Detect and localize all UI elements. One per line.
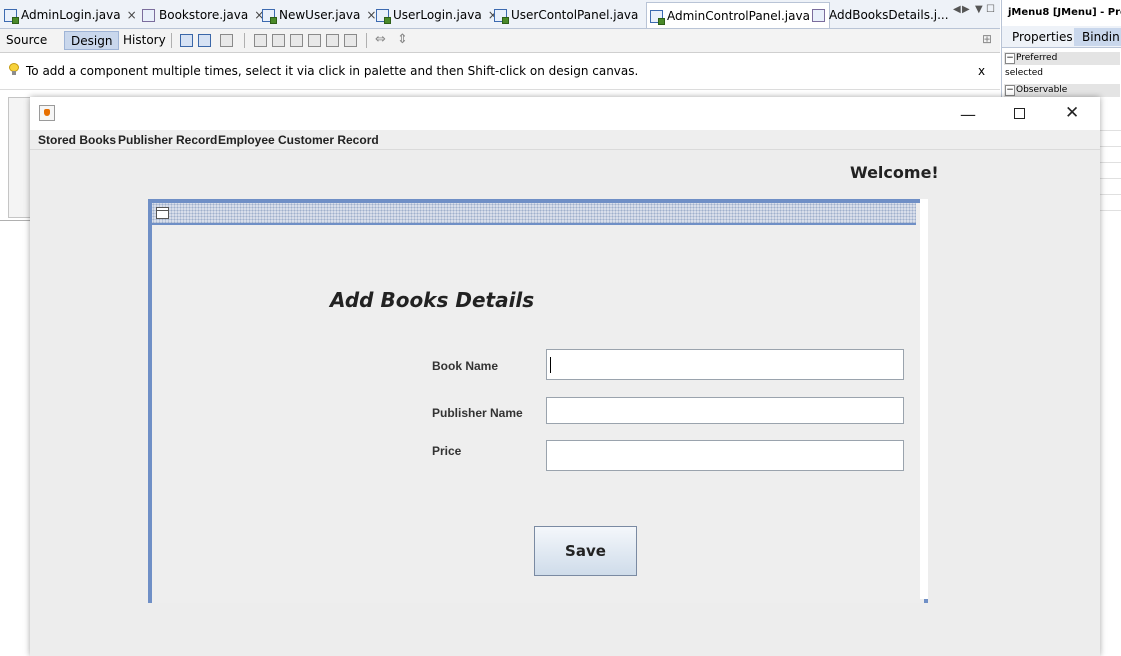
tab-label: UserLogin.java — [393, 8, 482, 22]
form-file-icon — [812, 8, 825, 22]
hint-text: To add a component multiple times, selec… — [26, 64, 639, 78]
java-app-icon — [39, 105, 55, 121]
internal-frame-edge — [920, 199, 928, 599]
close-icon[interactable]: ✕ — [1065, 103, 1079, 123]
designer-toolbar: Source Design History ⇔ ⇕ ⊞ — [0, 29, 1000, 53]
properties-title: jMenu8 [JMenu] - Prop — [1008, 7, 1121, 18]
internal-frame-titlebar[interactable] — [152, 203, 916, 225]
app-window: — ✕ Stored Books Publisher Record Employ… — [30, 97, 1100, 656]
selection-mode-icon[interactable] — [180, 34, 193, 47]
source-view-button[interactable]: Source — [0, 31, 53, 50]
window-titlebar[interactable]: — ✕ — [30, 97, 1100, 130]
toolbar-separator — [244, 33, 245, 48]
form-file-icon — [142, 8, 155, 22]
java-file-icon — [494, 8, 509, 24]
tab-admincontrolpanel[interactable]: AdminControlPanel.java × — [646, 2, 831, 28]
center-horizontally-icon[interactable] — [290, 34, 303, 47]
maximize-icon[interactable] — [1014, 108, 1025, 119]
tab-bookstore[interactable]: Bookstore.java × — [142, 4, 264, 26]
menu-publisher-record[interactable]: Publisher Record — [118, 133, 217, 147]
properties-tabs: Properties Bindin — [1002, 26, 1121, 48]
scroll-tabs-left-icon[interactable]: ◀ — [953, 4, 961, 15]
add-books-internal-frame: Add Books Details Book Name Publisher Na… — [148, 199, 928, 603]
hint-bar: To add a component multiple times, selec… — [0, 53, 1000, 90]
property-selected[interactable]: selected — [1005, 68, 1043, 78]
tab-close-button[interactable]: × — [127, 4, 137, 26]
price-field[interactable] — [546, 440, 904, 471]
tab-label: AddBooksDetails.j... — [829, 8, 949, 22]
editor-tab-strip: AdminLogin.java × Bookstore.java × NewUs… — [0, 0, 1000, 29]
tab-userlogin[interactable]: UserLogin.java × — [376, 4, 498, 26]
save-button[interactable]: Save — [534, 526, 637, 576]
book-name-label: Book Name — [432, 359, 499, 373]
toolbar-separator — [171, 33, 172, 48]
publisher-name-field[interactable] — [546, 397, 904, 424]
preferred-section[interactable]: Preferred — [1004, 52, 1120, 65]
tab-label: Bookstore.java — [159, 8, 249, 22]
tab-properties[interactable]: Properties — [1004, 28, 1081, 46]
history-view-button[interactable]: History — [117, 31, 172, 50]
resize-horizontal-icon[interactable]: ⇔ — [375, 32, 386, 47]
align-right-icon[interactable] — [272, 34, 285, 47]
tab-label: AdminControlPanel.java — [667, 9, 810, 23]
resize-vertical-icon[interactable]: ⇕ — [397, 32, 408, 47]
grid-icon[interactable]: ⊞ — [982, 32, 992, 46]
book-name-field[interactable] — [546, 349, 904, 380]
form-heading: Add Books Details — [330, 288, 535, 312]
menu-stored-books[interactable]: Stored Books — [38, 133, 116, 147]
center-vertically-icon[interactable] — [344, 34, 357, 47]
scroll-tabs-right-icon[interactable]: ▶ — [962, 4, 970, 15]
java-file-icon — [650, 9, 665, 25]
welcome-label: Welcome! — [850, 163, 939, 182]
minimize-icon[interactable]: — — [960, 105, 976, 124]
java-file-icon — [4, 8, 19, 24]
menu-bar: Stored Books Publisher Record Employee C… — [30, 130, 1100, 150]
menu-employee[interactable]: Employee — [218, 133, 275, 147]
tab-label: NewUser.java — [279, 8, 361, 22]
align-top-icon[interactable] — [308, 34, 321, 47]
tab-close-button[interactable]: × — [366, 4, 376, 26]
menu-customer-record[interactable]: Customer Record — [278, 133, 379, 147]
align-left-icon[interactable] — [254, 34, 267, 47]
tab-newuser[interactable]: NewUser.java × — [262, 4, 376, 26]
connection-mode-icon[interactable] — [198, 34, 211, 47]
publisher-name-label: Publisher Name — [432, 406, 523, 420]
toolbar-separator — [366, 33, 367, 48]
tab-label: UserContolPanel.java — [511, 8, 639, 22]
align-bottom-icon[interactable] — [326, 34, 339, 47]
price-label: Price — [432, 444, 462, 458]
internal-frame-icon — [156, 207, 169, 219]
tab-addbooksdetails[interactable]: AddBooksDetails.j... — [812, 4, 949, 26]
hint-close-button[interactable]: x — [978, 64, 985, 78]
observable-section[interactable]: Observable — [1004, 84, 1120, 97]
maximize-editor-icon[interactable]: ☐ — [986, 4, 995, 15]
tab-label: AdminLogin.java — [21, 8, 121, 22]
tab-usercontolpanel[interactable]: UserContolPanel.java × — [494, 4, 654, 26]
tab-adminlogin[interactable]: AdminLogin.java × — [4, 4, 137, 26]
tab-list-dropdown-icon[interactable]: ▼ — [975, 4, 983, 15]
canvas-divider — [0, 220, 33, 221]
tab-binding[interactable]: Bindin — [1074, 28, 1121, 46]
text-caret — [550, 357, 551, 373]
lightbulb-icon — [9, 63, 19, 75]
java-file-icon — [376, 8, 391, 24]
java-file-icon — [262, 8, 277, 24]
design-view-button[interactable]: Design — [64, 31, 120, 50]
preview-design-icon[interactable] — [220, 34, 233, 47]
